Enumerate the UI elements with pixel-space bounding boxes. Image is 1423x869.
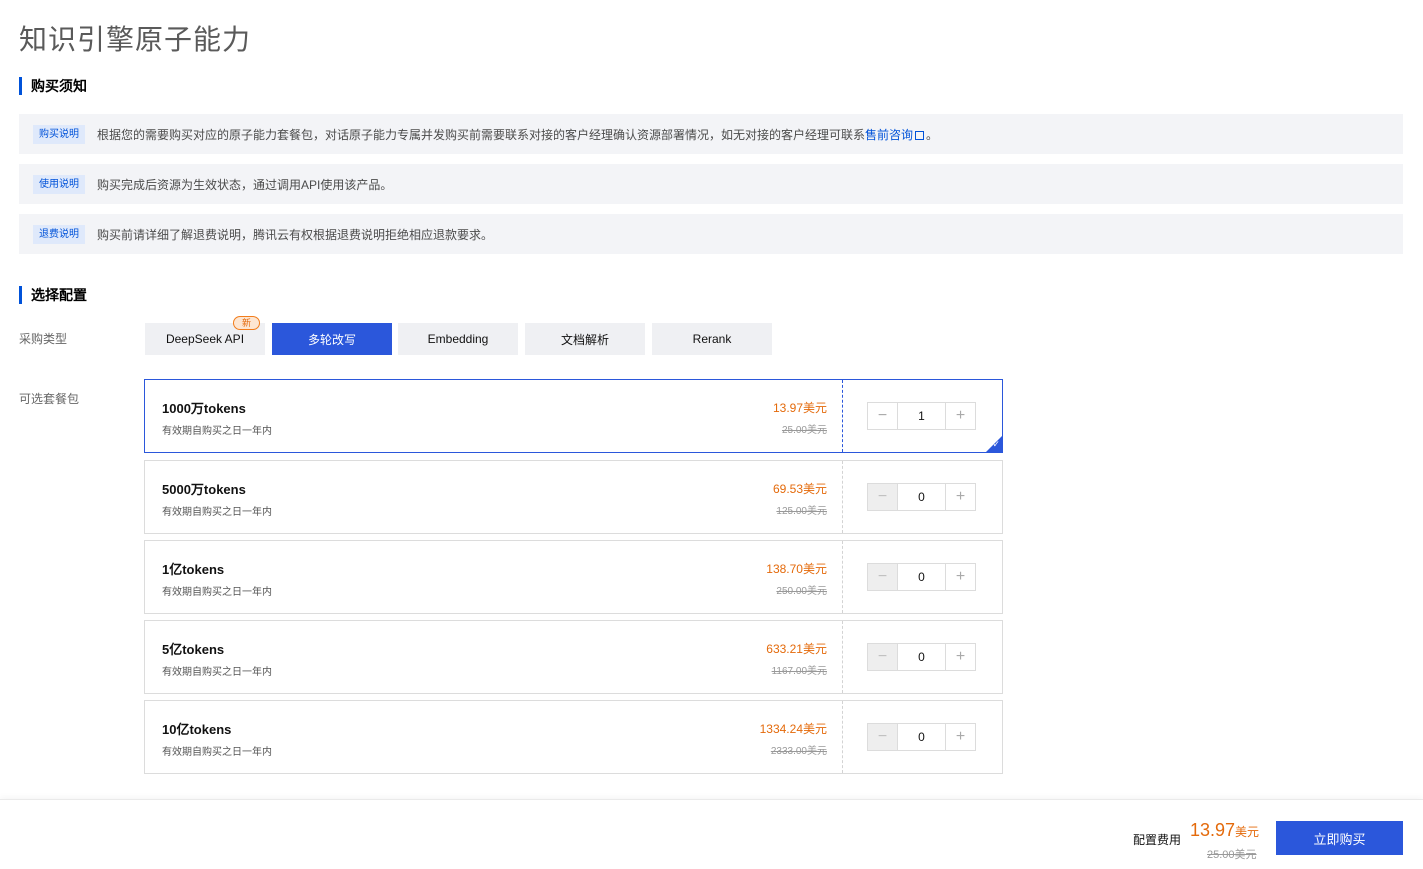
quantity-stepper[interactable]: − + [867, 563, 976, 591]
config-heading: 选择配置 [19, 286, 87, 304]
type-multi-turn-rewrite[interactable]: 多轮改写 [272, 323, 392, 355]
presales-consult-link[interactable]: 售前咨询 [865, 126, 926, 143]
package-divider [842, 541, 843, 613]
package-name: 5亿tokens [162, 642, 225, 657]
new-badge: 新 [233, 316, 261, 330]
package-divider [842, 621, 843, 693]
quantity-input[interactable] [898, 644, 945, 670]
notice-refund: 退费说明 购买前请详细了解退费说明，腾讯云有权根据退费说明拒绝相应退款要求。 [19, 214, 1403, 254]
type-rerank[interactable]: Rerank [652, 323, 772, 355]
package-label: 可选套餐包 [19, 392, 80, 406]
package-price: 633.21美元 [766, 642, 827, 656]
package-option-100m[interactable]: 1亿tokens 有效期自购买之日一年内 138.70美元 250.00美元 −… [144, 540, 1003, 614]
quantity-stepper[interactable]: − + [867, 723, 976, 751]
quantity-input[interactable] [898, 724, 945, 750]
package-price: 69.53美元 [772, 482, 827, 496]
type-embedding[interactable]: Embedding [398, 323, 518, 355]
notice-text: 购买前请详细了解退费说明，腾讯云有权根据退费说明拒绝相应退款要求。 [97, 227, 494, 242]
type-document-parsing[interactable]: 文档解析 [525, 323, 645, 355]
package-original-price: 250.00美元 [776, 586, 827, 597]
package-name: 10亿tokens [162, 722, 232, 737]
package-option-10m[interactable]: 1000万tokens 有效期自购买之日一年内 13.97美元 25.00美元 … [144, 379, 1003, 453]
notice-tag: 购买说明 [33, 124, 85, 144]
plus-icon[interactable]: + [945, 644, 975, 670]
package-validity: 有效期自购买之日一年内 [162, 587, 272, 598]
notice-text: 购买完成后资源为生效状态，通过调用API使用该产品。 [97, 177, 393, 192]
package-validity: 有效期自购买之日一年内 [162, 426, 272, 437]
notice-tag: 使用说明 [33, 174, 85, 194]
package-name: 1亿tokens [162, 562, 225, 577]
minus-icon[interactable]: − [868, 724, 898, 750]
package-original-price: 2333.00美元 [770, 746, 827, 757]
notice-text: 根据您的需要购买对应的原子能力套餐包，对话原子能力专属并发购买前需要联系对接的客… [97, 127, 866, 142]
plus-icon[interactable]: + [945, 403, 975, 429]
quantity-stepper[interactable]: − + [867, 483, 976, 511]
package-original-price: 1167.00美元 [771, 666, 827, 677]
package-original-price: 25.00美元 [781, 425, 827, 436]
notice-suffix: 。 [926, 127, 939, 142]
package-validity: 有效期自购买之日一年内 [162, 507, 272, 518]
package-option-1b[interactable]: 10亿tokens 有效期自购买之日一年内 1334.24美元 2333.00美… [144, 700, 1003, 774]
purchase-footer: 配置费用 13.97美元 25.00美元 立即购买 [0, 799, 1423, 869]
minus-icon[interactable]: − [868, 403, 898, 429]
package-price: 13.97美元 [772, 401, 827, 415]
plus-icon[interactable]: + [945, 724, 975, 750]
fee-amount: 13.97 [1190, 820, 1236, 840]
presales-consult-link-label[interactable]: 售前咨询 [865, 128, 913, 142]
fee-unit: 美元 [1235, 825, 1260, 839]
quantity-input[interactable] [898, 484, 945, 510]
package-original-price: 125.00美元 [776, 506, 827, 517]
package-validity: 有效期自购买之日一年内 [162, 667, 272, 678]
minus-icon[interactable]: − [868, 484, 898, 510]
package-divider [842, 701, 843, 773]
plus-icon[interactable]: + [945, 564, 975, 590]
fee-price: 13.97美元 [1190, 820, 1259, 841]
quantity-input[interactable] [898, 403, 945, 429]
fee-original-price: 25.00美元 [1207, 849, 1257, 861]
package-option-500m[interactable]: 5亿tokens 有效期自购买之日一年内 633.21美元 1167.00美元 … [144, 620, 1003, 694]
notice-usage: 使用说明 购买完成后资源为生效状态，通过调用API使用该产品。 [19, 164, 1403, 204]
quantity-stepper[interactable]: − + [867, 643, 976, 671]
quantity-input[interactable] [898, 564, 945, 590]
package-price: 138.70美元 [766, 562, 827, 576]
fee-label: 配置费用 [1133, 833, 1182, 847]
purchase-type-label: 采购类型 [19, 332, 68, 346]
buy-now-button[interactable]: 立即购买 [1276, 821, 1403, 855]
minus-icon[interactable]: − [868, 644, 898, 670]
package-name: 5000万tokens [162, 482, 246, 497]
page-title: 知识引擎原子能力 [19, 24, 252, 55]
notice-tag: 退费说明 [33, 224, 85, 244]
quantity-stepper[interactable]: − + [867, 402, 976, 430]
minus-icon[interactable]: − [868, 564, 898, 590]
notice-purchase: 购买说明 根据您的需要购买对应的原子能力套餐包，对话原子能力专属并发购买前需要联… [19, 114, 1403, 154]
package-divider [842, 380, 843, 452]
package-price: 1334.24美元 [759, 722, 827, 736]
plus-icon[interactable]: + [945, 484, 975, 510]
package-divider [842, 461, 843, 533]
external-link-icon[interactable] [915, 130, 925, 140]
package-option-50m[interactable]: 5000万tokens 有效期自购买之日一年内 69.53美元 125.00美元… [144, 460, 1003, 534]
purchase-notice-heading: 购买须知 [19, 77, 87, 95]
package-validity: 有效期自购买之日一年内 [162, 747, 272, 758]
check-icon: ✓ [992, 439, 1000, 449]
package-name: 1000万tokens [162, 401, 246, 416]
